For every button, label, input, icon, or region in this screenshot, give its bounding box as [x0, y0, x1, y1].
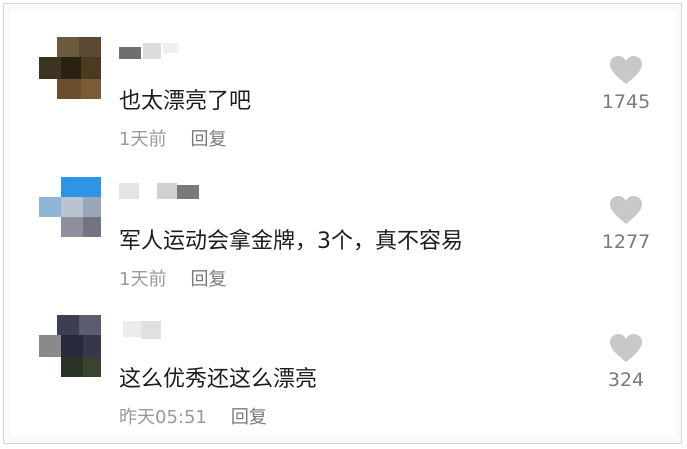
comment-meta: 昨天05:51 回复: [119, 403, 267, 429]
comment-meta: 1天前 回复: [119, 125, 226, 151]
comment-time: 1天前: [119, 269, 167, 290]
like-count: 1277: [601, 231, 651, 253]
comment-time: 1天前: [119, 129, 167, 150]
comment-text: 也太漂亮了吧: [119, 89, 252, 114]
comment-time: 昨天05:51: [119, 407, 207, 428]
comment-text: 军人运动会拿金牌，3个，真不容易: [119, 229, 463, 254]
heart-icon: [610, 334, 642, 362]
reply-button[interactable]: 回复: [190, 269, 226, 290]
like-button[interactable]: 1745: [586, 55, 666, 113]
like-button[interactable]: 1277: [586, 195, 666, 253]
comment-list: 也太漂亮了吧 1天前 回复 1745 军人运动会拿金牌，3个，真不容易 1天前 …: [11, 11, 676, 436]
comment-item: 这么优秀还这么漂亮 昨天05:51 回复 324: [11, 307, 676, 447]
like-button[interactable]: 324: [586, 333, 666, 391]
like-count: 324: [607, 369, 645, 391]
heart-icon: [610, 56, 642, 84]
comment-meta: 1天前 回复: [119, 265, 226, 291]
like-count: 1745: [601, 91, 651, 113]
reply-button[interactable]: 回复: [231, 407, 267, 428]
comment-item: 军人运动会拿金牌，3个，真不容易 1天前 回复 1277: [11, 169, 676, 309]
avatar[interactable]: [37, 37, 101, 101]
comment-item: 也太漂亮了吧 1天前 回复 1745: [11, 29, 676, 169]
comment-text: 这么优秀还这么漂亮: [119, 367, 318, 392]
reply-button[interactable]: 回复: [190, 129, 226, 150]
heart-icon: [610, 196, 642, 224]
comment-panel-frame: 也太漂亮了吧 1天前 回复 1745 军人运动会拿金牌，3个，真不容易 1天前 …: [3, 3, 682, 444]
avatar[interactable]: [37, 315, 101, 379]
avatar[interactable]: [37, 177, 101, 241]
